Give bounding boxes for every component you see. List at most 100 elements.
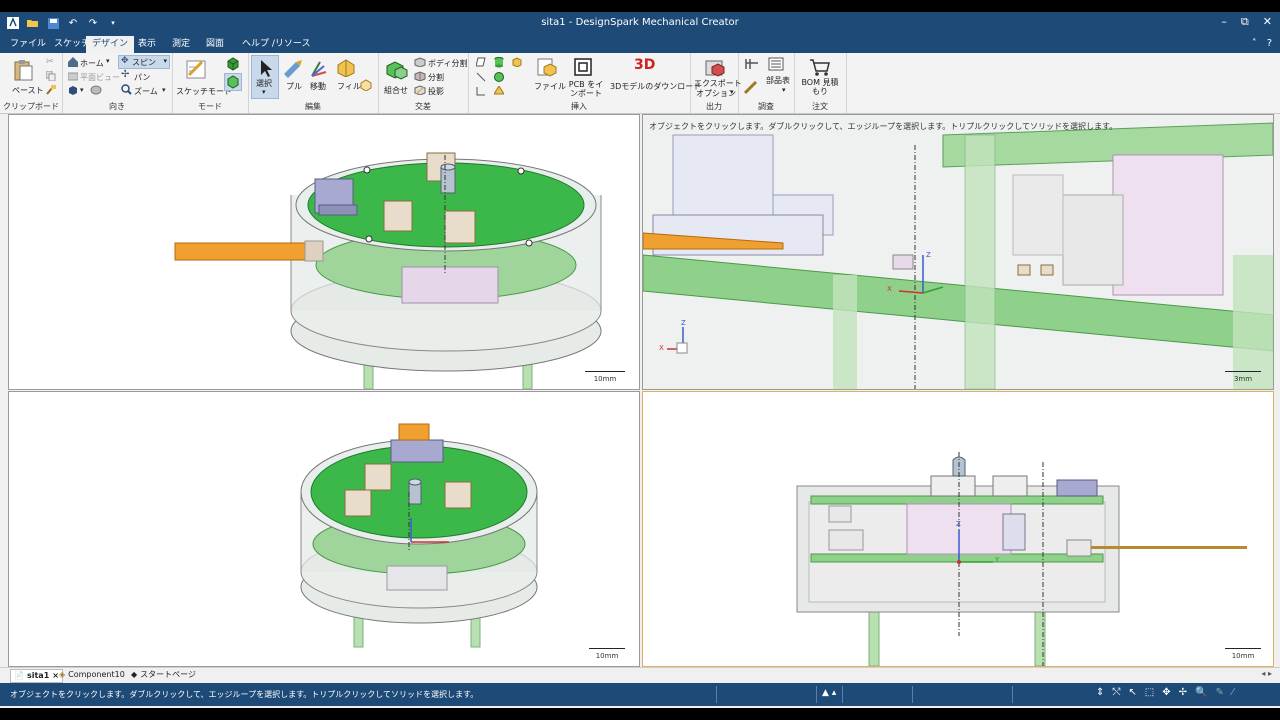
ribbon-tabs: ファイル スケッチ デザイン 表示 測定 図面 ヘルプ /リソース ˄ ? xyxy=(0,36,1280,53)
split-body-icon[interactable] xyxy=(414,57,426,70)
pcb-import-label: PCB をインポート xyxy=(568,80,604,98)
ribbon: ペースト ✂ クリップボード ホーム ▾ 平面ビュー ▾ ✥ スピン ▾ ✢ パ… xyxy=(0,53,1280,114)
select-filter-icon[interactable]: ⤲ xyxy=(1112,687,1120,698)
fill-icon[interactable] xyxy=(334,57,356,80)
properties-icon[interactable] xyxy=(768,57,784,74)
restore-button[interactable]: ⧉ xyxy=(1241,15,1249,29)
view-cube-icon[interactable] xyxy=(68,85,78,98)
minimize-button[interactable]: – xyxy=(1221,15,1227,29)
combine-icon[interactable] xyxy=(385,58,409,83)
select-dropdown-icon: ▾ xyxy=(262,88,266,96)
pan-status-icon[interactable]: ✢ xyxy=(1179,687,1187,698)
parts-table-button[interactable]: 部品表 xyxy=(766,75,790,86)
project-icon[interactable] xyxy=(414,85,426,98)
group-investigate-label: 調査 xyxy=(758,102,774,111)
doc-tab-start-page[interactable]: ◆ スタートページ xyxy=(128,669,199,681)
pan-button[interactable]: パン xyxy=(134,72,150,83)
axis-line-icon[interactable] xyxy=(476,72,486,85)
group-investigate: 部品表 ▾ 調査 xyxy=(738,53,795,113)
zoom-icon[interactable] xyxy=(121,84,132,98)
tab-view[interactable]: 表示 xyxy=(132,36,162,53)
home-button[interactable]: ホーム xyxy=(80,58,104,69)
project-button[interactable]: 投影 xyxy=(428,86,444,97)
model-view-iso-bottom xyxy=(300,423,538,648)
zoom-status-icon[interactable]: 🔍 xyxy=(1195,687,1207,698)
plane-icon[interactable] xyxy=(475,57,486,70)
tab-scroll-arrows[interactable]: ◂ ▸ xyxy=(1261,669,1272,678)
model-view-iso-top xyxy=(174,152,602,389)
cut-icon[interactable]: ✂ xyxy=(46,57,54,67)
paste-icon[interactable] xyxy=(12,58,34,85)
sketch-mode-icon[interactable] xyxy=(186,58,208,83)
pull-icon[interactable] xyxy=(282,58,304,81)
copy-icon[interactable] xyxy=(45,70,56,84)
tab-design[interactable]: デザイン xyxy=(86,36,135,53)
line-icon[interactable]: ⁄ xyxy=(1232,687,1234,698)
zoom-dropdown-icon[interactable]: ▾ xyxy=(162,86,166,94)
box-select-icon[interactable]: ⬚ xyxy=(1145,687,1154,698)
model-view-detail xyxy=(643,115,1273,389)
split-icon[interactable] xyxy=(414,71,426,84)
move-icon[interactable] xyxy=(308,58,330,81)
origin-icon[interactable] xyxy=(476,86,486,99)
triad-x-label: X xyxy=(659,344,664,352)
shopping-cart-icon[interactable] xyxy=(808,57,832,80)
status-bar: オブジェクトをクリックします。ダブルクリックして、エッジループを選択します。トリ… xyxy=(0,683,1280,706)
window-title: sita1 - DesignSpark Mechanical Creator xyxy=(541,17,739,28)
pointer-icon[interactable]: ↖ xyxy=(1128,687,1136,698)
viewport-bottom-left[interactable]: 10mm xyxy=(8,391,640,667)
section-mode-icon[interactable] xyxy=(226,57,240,74)
home-icon[interactable] xyxy=(68,57,78,70)
close-button[interactable]: ✕ xyxy=(1263,15,1272,29)
view-cube-dropdown-icon[interactable]: ▾ xyxy=(80,86,84,94)
select-tool-button[interactable]: 選択 ▾ xyxy=(251,55,279,99)
format-painter-icon[interactable] xyxy=(46,85,56,98)
plan-view-button[interactable]: 平面ビュー xyxy=(80,72,120,83)
insert-file-icon[interactable] xyxy=(536,57,558,80)
filter-warning-icon[interactable]: ▲ ▴ xyxy=(822,688,836,698)
group-edit-label: 編集 xyxy=(305,102,321,111)
status-divider xyxy=(842,686,843,703)
3d-model-download-icon[interactable]: 3D xyxy=(634,57,655,73)
tab-file[interactable]: ファイル xyxy=(4,36,52,53)
bom-quote-label[interactable]: BOM 見積もり xyxy=(798,78,842,96)
export-options-dropdown-icon[interactable]: ▾ xyxy=(730,88,734,96)
split-button[interactable]: 分割 xyxy=(428,72,444,83)
spin-button[interactable]: ✥ スピン ▾ xyxy=(118,55,170,69)
measure-icon[interactable] xyxy=(744,57,760,74)
3d-mode-icon[interactable] xyxy=(224,73,242,91)
scale-bar-top-right: 3mm xyxy=(1225,371,1261,383)
viewport-top-right[interactable]: オブジェクトをクリックします。ダブルクリックして、エッジループを選択します。トリ… xyxy=(642,114,1274,390)
doc-tab-start-page-label: スタートページ xyxy=(140,670,196,679)
display-style-icon[interactable] xyxy=(90,85,102,98)
updown-icon[interactable]: ⇕ xyxy=(1096,687,1104,698)
help-icon[interactable]: ? xyxy=(1267,38,1272,49)
group-insert: ファイル PCB をインポート 3D 3Dモデルのダウンロード 挿入 xyxy=(468,53,701,113)
start-page-icon: ◆ xyxy=(131,670,138,679)
home-dropdown-icon[interactable]: ▾ xyxy=(106,57,110,65)
split-body-button[interactable]: ボディ分割 xyxy=(428,58,467,69)
pan-icon[interactable]: ✢ xyxy=(121,69,129,80)
group-output-label: 出力 xyxy=(706,102,722,111)
tab-drawing[interactable]: 図面 xyxy=(200,36,230,53)
doc-tab-component10[interactable]: ◈ Component10 xyxy=(56,669,128,681)
cone-icon[interactable] xyxy=(493,85,505,99)
check-geometry-icon[interactable] xyxy=(743,80,758,98)
pcb-import-icon[interactable] xyxy=(572,57,594,80)
tab-help-resources[interactable]: ヘルプ /リソース xyxy=(236,36,316,53)
sphere-icon[interactable] xyxy=(494,72,504,85)
viewport-top-left[interactable]: 10mm xyxy=(8,114,640,390)
tab-measure[interactable]: 測定 xyxy=(166,36,196,53)
zoom-button[interactable]: ズーム xyxy=(134,86,158,97)
paste-label: ペースト xyxy=(12,86,44,95)
export-icon[interactable] xyxy=(704,57,726,80)
spin-status-icon[interactable]: ✥ xyxy=(1162,687,1170,698)
parts-table-dropdown-icon[interactable]: ▾ xyxy=(782,86,786,94)
tweak-face-icon[interactable] xyxy=(360,79,372,94)
plan-view-icon[interactable] xyxy=(67,71,79,84)
cylinder-icon[interactable] xyxy=(494,57,504,71)
shell-icon[interactable] xyxy=(512,57,522,70)
viewport-bottom-right[interactable]: Z Y 10mm xyxy=(642,391,1274,667)
collapse-ribbon-icon[interactable]: ˄ xyxy=(1252,38,1257,49)
pen-icon[interactable]: ✎ xyxy=(1215,687,1223,698)
